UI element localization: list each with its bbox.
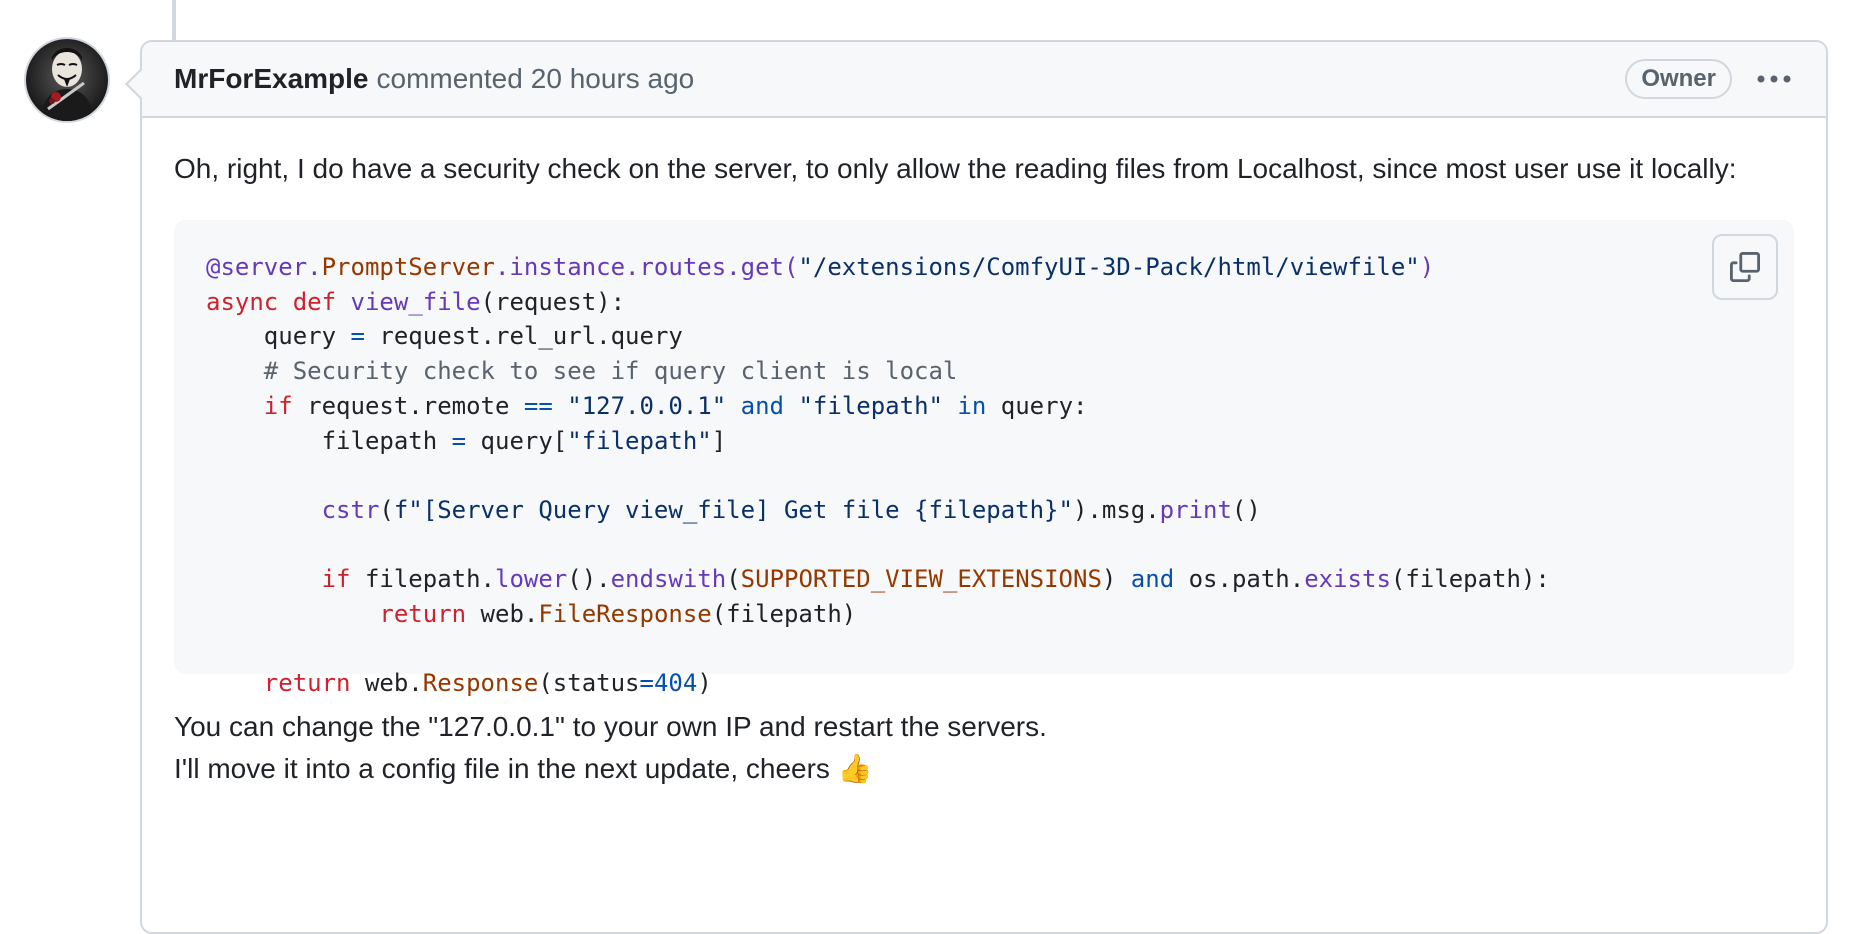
code-token: SUPPORTED_VIEW_EXTENSIONS [740, 565, 1102, 594]
code-token: # Security check to see if query client … [206, 357, 958, 386]
comment-box: MrForExample commented 20 hours ago Owne… [125, 40, 1828, 934]
code-token: (). [567, 565, 611, 594]
code-token: 404 [653, 669, 698, 698]
comment-body: Oh, right, I do have a security check on… [142, 118, 1826, 790]
code-token: = [639, 669, 654, 698]
code-token: os.path. [1174, 565, 1305, 594]
code-token: print [1159, 495, 1232, 524]
code-token: (status [538, 669, 640, 698]
copy-icon [1730, 252, 1760, 282]
code-token: exists [1304, 565, 1391, 594]
code-token: query[ [466, 426, 568, 455]
kebab-horizontal-icon [1757, 75, 1791, 83]
code-token: "filepath" [798, 391, 943, 420]
timeline-connector [172, 0, 176, 40]
comment-options-button[interactable] [1754, 64, 1794, 94]
code-token: request.rel_url.query [364, 322, 683, 351]
comment-paragraph-outro-2: I'll move it into a config file in the n… [174, 753, 873, 784]
code-token: (request): [480, 287, 626, 316]
code-line: @server.PromptServer.instance.routes.get… [206, 253, 1434, 281]
code-token: == [523, 391, 553, 420]
code-line: if filepath.lower().endswith(SUPPORTED_V… [206, 565, 1550, 593]
code-token: PromptServer [321, 253, 495, 281]
code-token: Response [422, 669, 539, 698]
code-token: if [206, 391, 293, 420]
code-token: "127.0.0.1" [567, 391, 727, 420]
avatar-image [26, 39, 108, 121]
code-token: and [740, 391, 785, 420]
code-token: return [206, 600, 467, 629]
comment-action-text: commented [376, 63, 523, 94]
code-token: () [1231, 495, 1261, 524]
code-line: if request.remote == "127.0.0.1" and "fi… [206, 391, 1088, 420]
code-token: web. [350, 669, 423, 698]
code-token: (filepath): [1390, 565, 1550, 594]
code-token: request.remote [292, 391, 524, 420]
code-token: (filepath) [711, 600, 857, 629]
code-token: in [957, 391, 987, 420]
code-token: return [206, 669, 351, 698]
code-line: filepath = query["filepath"] [206, 426, 727, 455]
code-token: "/extensions/ComfyUI-3D-Pack/html/viewfi… [798, 253, 1420, 281]
code-token: ] [711, 426, 727, 455]
code-token: query: [986, 391, 1088, 420]
owner-badge: Owner [1625, 59, 1732, 99]
code-token: query [206, 322, 351, 351]
code-token: async [206, 287, 279, 316]
code-token: def [292, 287, 337, 316]
code-token: f"[Server Query view_file] Get file {fil… [393, 495, 1073, 524]
comment-timestamp-link[interactable]: 20 hours ago [531, 63, 694, 95]
author-link[interactable]: MrForExample [174, 63, 369, 95]
code-token: filepath. [350, 565, 495, 594]
header-actions: Owner [1625, 59, 1794, 99]
code-line: async def view_file(request): [206, 288, 625, 316]
code-token: ( [379, 495, 394, 524]
code-token: view_file [350, 287, 481, 316]
code-token: and [1130, 565, 1175, 594]
code-token: .instance.routes.get( [494, 253, 799, 281]
code-token: = [451, 426, 467, 455]
code-token: ) [1419, 253, 1435, 281]
code-token: filepath [206, 426, 452, 455]
code-token: lower [495, 565, 568, 594]
comment-header: MrForExample commented 20 hours ago Owne… [142, 42, 1826, 118]
code-token: @server. [206, 253, 322, 281]
code-line: cstr(f"[Server Query view_file] Get file… [206, 496, 1261, 524]
code-block: @server.PromptServer.instance.routes.get… [174, 220, 1794, 697]
avatar[interactable] [26, 39, 108, 121]
code-token: cstr [321, 495, 380, 524]
code-line: # Security check to see if query client … [206, 357, 958, 386]
copy-code-button[interactable] [1712, 234, 1778, 300]
comment-paragraph-intro: Oh, right, I do have a security check on… [174, 153, 1737, 184]
code-token: FileResponse [538, 600, 712, 629]
code-token: endswith [610, 565, 727, 594]
code-content: @server.PromptServer.instance.routes.get… [206, 250, 1762, 701]
code-token: ) [1101, 565, 1131, 594]
code-token: web. [466, 600, 539, 629]
code-token: ).msg. [1072, 495, 1160, 524]
code-line: return web.Response(status=404) [206, 669, 712, 697]
code-token: "filepath" [567, 426, 712, 455]
comment-paragraph-outro-1: You can change the "127.0.0.1" to your o… [174, 711, 1047, 742]
code-token: if [206, 565, 351, 594]
code-token: = [350, 322, 365, 351]
code-line: return web.FileResponse(filepath) [206, 600, 856, 628]
code-line: query = request.rel_url.query [206, 322, 683, 350]
code-token: ( [726, 565, 741, 594]
code-token: ) [697, 669, 712, 698]
